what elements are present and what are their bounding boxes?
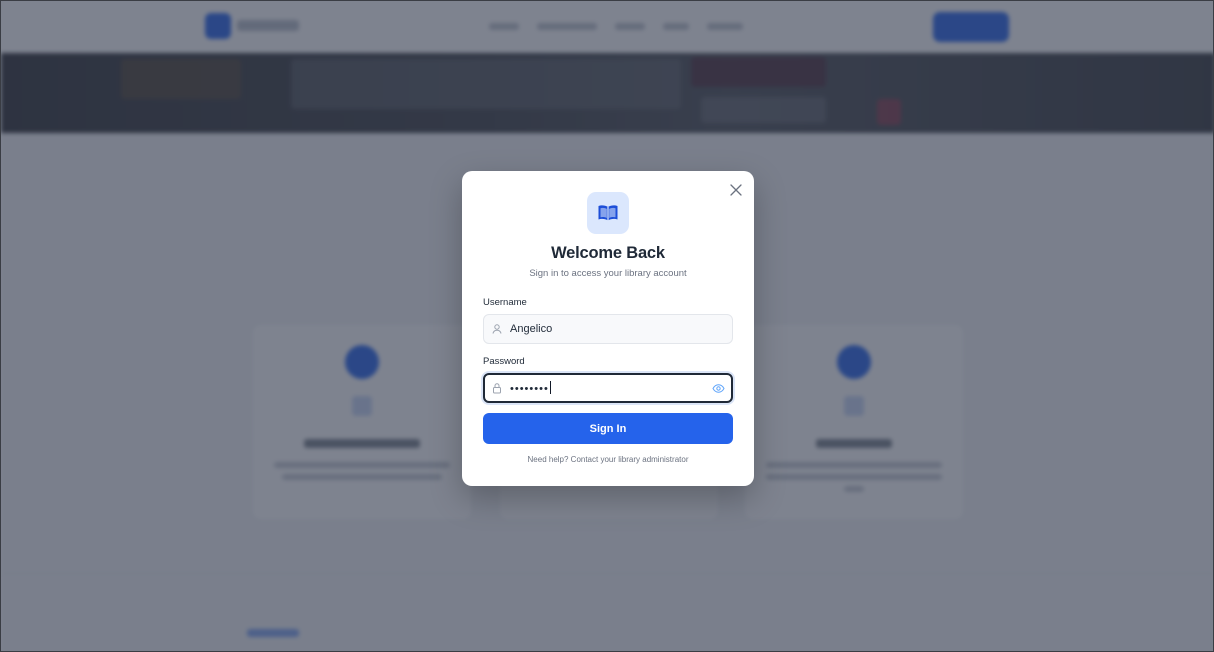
close-button[interactable] [727, 181, 745, 199]
eye-icon[interactable] [712, 382, 725, 395]
modal-subtitle: Sign in to access your library account [529, 268, 687, 279]
username-value: Angelico [510, 323, 553, 335]
browser-viewport: Welcome Back Sign in to access your libr… [0, 0, 1214, 652]
user-icon [492, 324, 502, 334]
password-value: •••••••• [510, 381, 551, 395]
username-field[interactable]: Angelico [483, 314, 733, 344]
help-text: Need help? Contact your library administ… [527, 455, 689, 464]
username-label: Username [483, 297, 527, 308]
book-open-icon [598, 205, 618, 221]
login-modal: Welcome Back Sign in to access your libr… [462, 171, 754, 486]
text-caret [549, 381, 551, 394]
lock-icon [493, 383, 501, 394]
close-icon [730, 184, 742, 196]
sign-in-button[interactable]: Sign In [483, 413, 733, 444]
modal-title: Welcome Back [551, 244, 665, 262]
password-field[interactable]: •••••••• [483, 373, 733, 403]
password-label: Password [483, 356, 525, 367]
library-logo [587, 192, 629, 234]
password-mask: •••••••• [510, 383, 549, 395]
